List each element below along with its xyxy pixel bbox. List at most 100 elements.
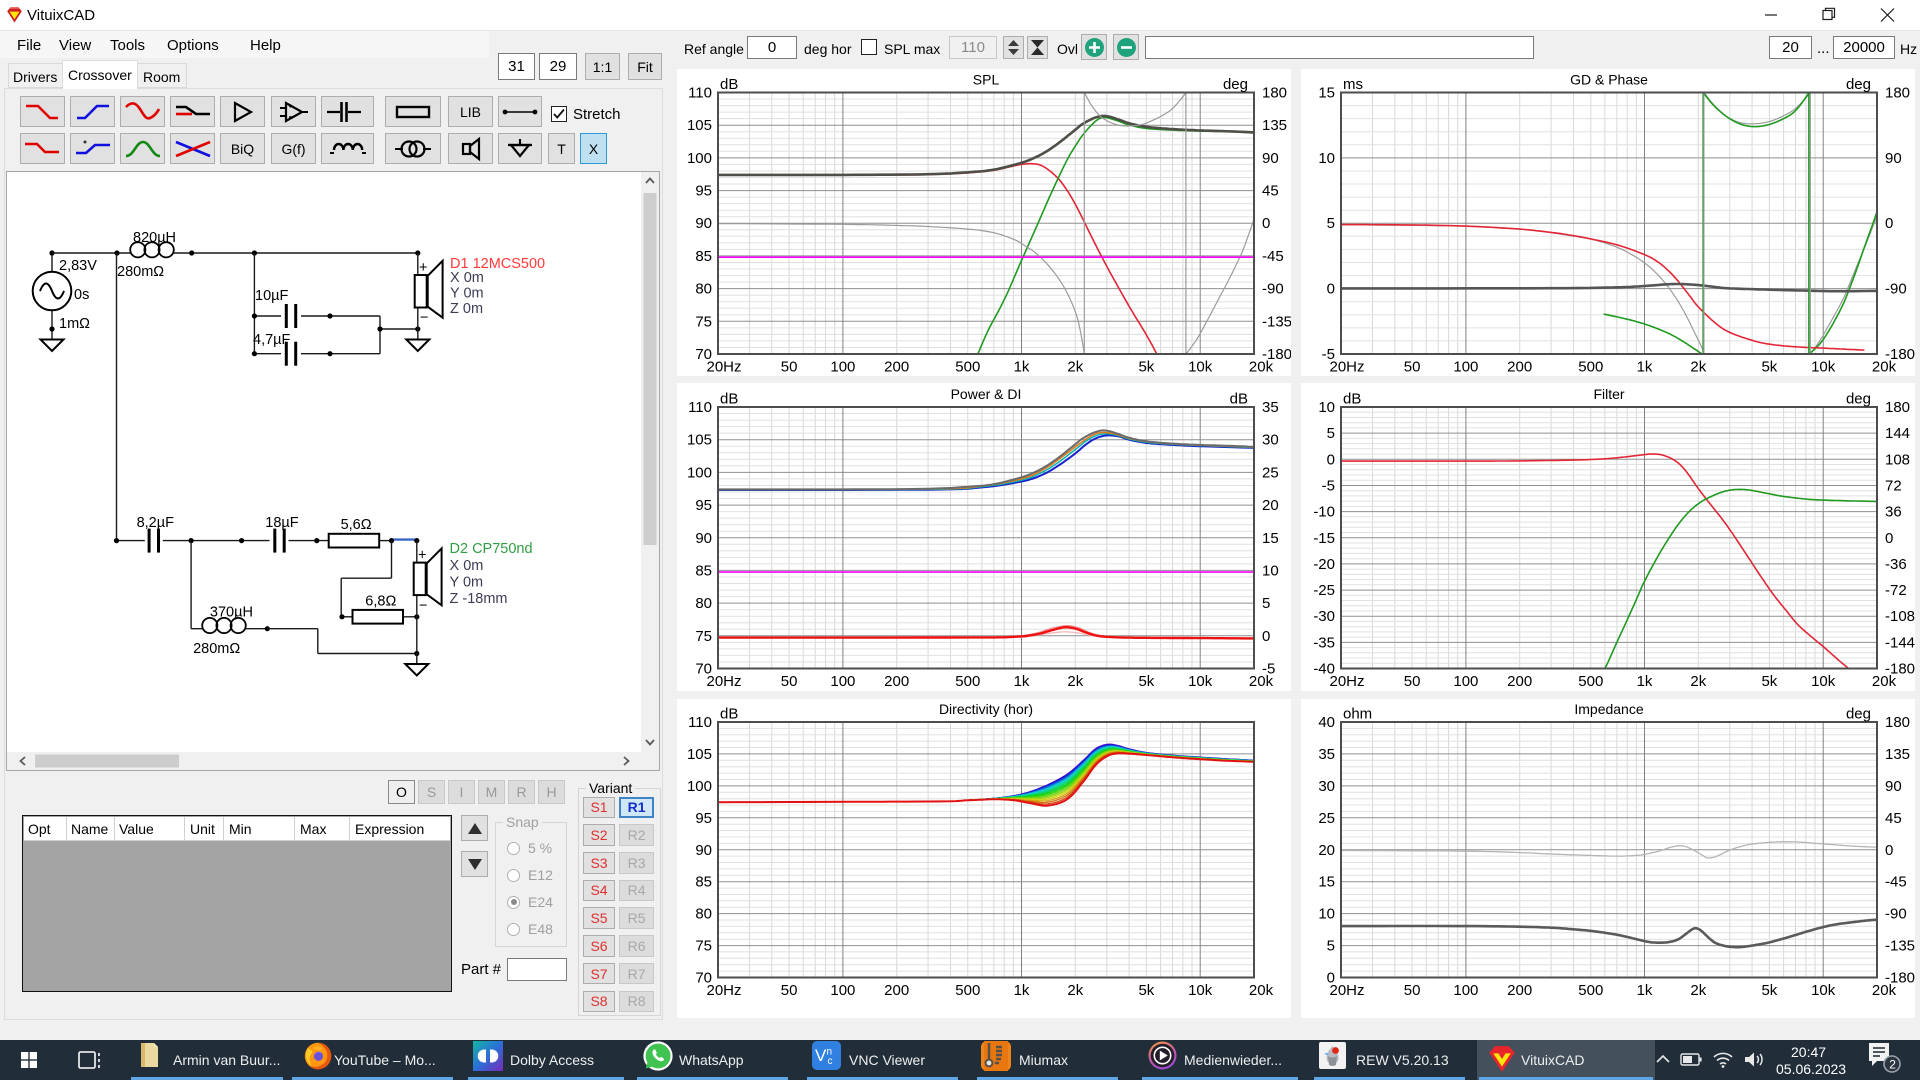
svg-text:40: 40 xyxy=(1318,714,1335,731)
svg-text:0: 0 xyxy=(1885,842,1893,859)
svg-text:Power & DI: Power & DI xyxy=(951,386,1022,402)
svg-text:105: 105 xyxy=(687,117,712,134)
svg-text:-135: -135 xyxy=(1262,313,1291,330)
svg-text:-90: -90 xyxy=(1885,281,1907,298)
svg-text:deg: deg xyxy=(1846,76,1871,93)
svg-text:95: 95 xyxy=(695,810,712,827)
svg-text:20Hz: 20Hz xyxy=(706,673,741,690)
svg-text:110: 110 xyxy=(688,85,712,102)
svg-text:25: 25 xyxy=(1262,464,1279,481)
svg-text:-10: -10 xyxy=(1313,504,1335,521)
svg-text:2k: 2k xyxy=(1067,359,1083,376)
svg-text:10k: 10k xyxy=(1811,673,1836,690)
svg-text:90: 90 xyxy=(695,530,712,547)
svg-text:45: 45 xyxy=(1885,810,1902,827)
svg-text:0: 0 xyxy=(1885,215,1893,232)
svg-text:-15: -15 xyxy=(1313,530,1335,547)
svg-text:50: 50 xyxy=(1404,673,1421,690)
svg-text:5k: 5k xyxy=(1138,359,1154,376)
svg-text:100: 100 xyxy=(687,150,712,167)
svg-text:100: 100 xyxy=(687,778,712,795)
svg-text:180: 180 xyxy=(1885,85,1910,102)
svg-text:100: 100 xyxy=(1453,673,1478,690)
svg-text:5: 5 xyxy=(1327,425,1335,442)
svg-text:500: 500 xyxy=(955,982,980,999)
svg-text:50: 50 xyxy=(1404,982,1421,999)
svg-text:deg: deg xyxy=(1846,706,1871,723)
svg-text:-25: -25 xyxy=(1313,582,1335,599)
svg-text:2k: 2k xyxy=(1067,982,1083,999)
svg-text:90: 90 xyxy=(695,842,712,859)
svg-text:105: 105 xyxy=(687,432,712,449)
svg-text:10: 10 xyxy=(1262,562,1279,579)
svg-text:V: V xyxy=(815,1046,827,1065)
svg-text:-45: -45 xyxy=(1262,248,1284,265)
svg-text:75: 75 xyxy=(695,628,712,645)
svg-text:45: 45 xyxy=(1262,183,1279,200)
svg-text:20Hz: 20Hz xyxy=(706,982,741,999)
svg-text:20Hz: 20Hz xyxy=(1329,673,1364,690)
svg-text:2k: 2k xyxy=(1690,673,1706,690)
svg-text:20Hz: 20Hz xyxy=(706,359,741,376)
svg-text:90: 90 xyxy=(1885,150,1902,167)
svg-text:500: 500 xyxy=(1578,673,1603,690)
svg-text:100: 100 xyxy=(1453,982,1478,999)
svg-text:500: 500 xyxy=(955,673,980,690)
svg-text:50: 50 xyxy=(781,673,798,690)
svg-text:20k: 20k xyxy=(1872,982,1897,999)
svg-text:200: 200 xyxy=(1507,982,1532,999)
svg-text:90: 90 xyxy=(1885,778,1902,795)
svg-text:c: c xyxy=(828,1056,833,1067)
svg-text:100: 100 xyxy=(830,359,855,376)
svg-text:72: 72 xyxy=(1885,478,1902,495)
svg-text:180: 180 xyxy=(1262,85,1287,102)
svg-text:-45: -45 xyxy=(1885,874,1907,891)
svg-text:15: 15 xyxy=(1262,530,1279,547)
svg-text:50: 50 xyxy=(1404,359,1421,376)
svg-text:105: 105 xyxy=(687,746,712,763)
svg-text:Impedance: Impedance xyxy=(1574,701,1643,717)
svg-text:50: 50 xyxy=(781,359,798,376)
svg-text:50: 50 xyxy=(781,982,798,999)
svg-text:10k: 10k xyxy=(1811,982,1836,999)
svg-text:1k: 1k xyxy=(1014,359,1030,376)
svg-text:20k: 20k xyxy=(1872,673,1897,690)
svg-text:75: 75 xyxy=(695,938,712,955)
svg-text:80: 80 xyxy=(695,595,712,612)
svg-text:30: 30 xyxy=(1262,432,1279,449)
svg-text:200: 200 xyxy=(1507,673,1532,690)
svg-text:1k: 1k xyxy=(1637,982,1653,999)
svg-text:110: 110 xyxy=(688,714,712,731)
svg-text:dB: dB xyxy=(720,76,738,93)
svg-text:135: 135 xyxy=(1885,746,1910,763)
svg-text:1k: 1k xyxy=(1637,673,1653,690)
svg-text:5: 5 xyxy=(1327,938,1335,955)
svg-text:2k: 2k xyxy=(1067,673,1083,690)
svg-text:10k: 10k xyxy=(1188,359,1213,376)
svg-text:dB: dB xyxy=(1230,391,1248,408)
svg-text:500: 500 xyxy=(1578,982,1603,999)
svg-text:-35: -35 xyxy=(1313,634,1335,651)
svg-text:5k: 5k xyxy=(1761,673,1777,690)
svg-text:36: 36 xyxy=(1885,504,1902,521)
svg-text:15: 15 xyxy=(1318,85,1335,102)
svg-text:0: 0 xyxy=(1327,281,1335,298)
svg-text:0: 0 xyxy=(1885,530,1893,547)
svg-text:20: 20 xyxy=(1318,842,1335,859)
svg-text:90: 90 xyxy=(695,215,712,232)
svg-text:1k: 1k xyxy=(1637,359,1653,376)
svg-text:-144: -144 xyxy=(1885,634,1915,651)
svg-text:85: 85 xyxy=(695,562,712,579)
svg-text:5k: 5k xyxy=(1138,673,1154,690)
svg-text:75: 75 xyxy=(695,313,712,330)
svg-text:10k: 10k xyxy=(1188,982,1213,999)
svg-text:-5: -5 xyxy=(1262,661,1275,678)
svg-text:10: 10 xyxy=(1318,906,1335,923)
svg-text:20Hz: 20Hz xyxy=(1329,982,1364,999)
svg-text:5: 5 xyxy=(1262,595,1270,612)
svg-text:5: 5 xyxy=(1327,215,1335,232)
svg-text:20: 20 xyxy=(1262,497,1279,514)
svg-text:0: 0 xyxy=(1262,215,1270,232)
svg-text:20k: 20k xyxy=(1249,982,1274,999)
svg-text:100: 100 xyxy=(830,982,855,999)
